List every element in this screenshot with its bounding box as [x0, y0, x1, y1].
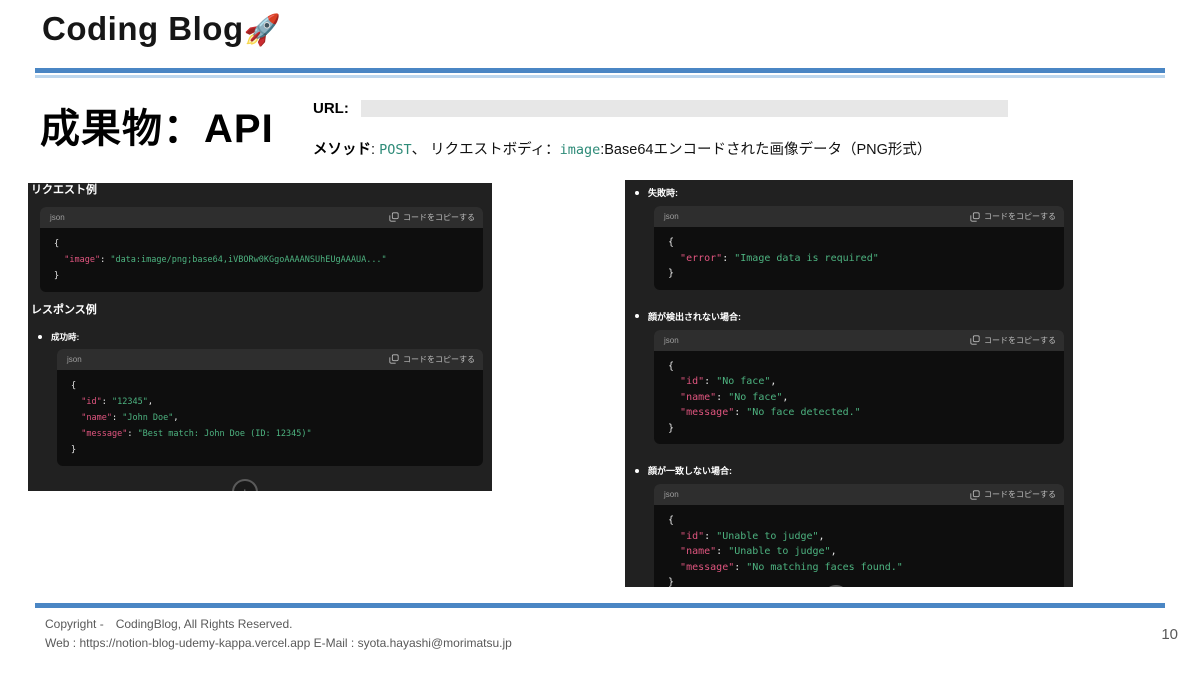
copy-icon — [970, 490, 980, 500]
copy-code-button[interactable]: コードをコピーする — [970, 489, 1056, 500]
request-body-description: :Base64エンコードされた画像データ（PNG形式） — [600, 142, 931, 158]
code-content-request: { "image": "data:image/png;base64,iVBORw… — [40, 228, 483, 292]
footer-copyright: Copyright - CodingBlog, All Rights Reser… — [45, 615, 292, 632]
copy-icon — [389, 212, 399, 222]
code-language-label: json — [50, 213, 65, 222]
bullet-icon — [38, 335, 42, 339]
copy-code-button[interactable]: コードをコピーする — [970, 211, 1056, 222]
copy-code-label: コードをコピーする — [403, 212, 475, 223]
header-divider-light — [35, 75, 1165, 78]
no-match-case-group: 顔が一致しない場合: json コードをコピーする { "id": "Unabl… — [625, 464, 1073, 587]
code-block-request: json コードをコピーする { "image": "data:image/pn… — [40, 207, 483, 292]
no-match-case-label: 顔が一致しない場合: — [648, 464, 732, 477]
code-language-label: json — [67, 355, 82, 364]
code-block-no-match: json コードをコピーする { "id": "Unable to judge"… — [654, 484, 1064, 587]
bullet-icon — [635, 469, 639, 473]
copy-code-label: コードをコピーする — [984, 489, 1056, 500]
code-block-error: json コードをコピーする { "error": "Image data is… — [654, 206, 1064, 290]
site-logo: Coding Blog🚀 — [42, 10, 281, 48]
scroll-down-button[interactable]: ↓ — [232, 479, 258, 491]
code-content-error: { "error": "Image data is required"} — [654, 227, 1064, 290]
method-colon: : — [371, 142, 379, 158]
request-example-heading: リクエスト例 — [28, 183, 492, 198]
presentation-slide: Coding Blog🚀 成果物：API URL: メソッド: POST、 リク… — [0, 0, 1200, 675]
copy-code-button[interactable]: コードをコピーする — [970, 335, 1056, 346]
code-block-no-face: json コードをコピーする { "id": "No face", "name"… — [654, 330, 1064, 445]
copy-code-button[interactable]: コードをコピーする — [389, 212, 475, 223]
code-block-header: json コードをコピーする — [40, 207, 483, 228]
fail-case-group: 失敗時: json コードをコピーする { "error": "Image da… — [625, 186, 1073, 290]
method-row: メソッド: POST、 リクエストボディ：image:Base64エンコードされ… — [313, 138, 1113, 159]
no-face-case-label: 顔が検出されない場合: — [648, 310, 741, 323]
request-example-panel: リクエスト例 json コードをコピーする { "image": "data:i… — [28, 183, 492, 491]
fail-case-label: 失敗時: — [648, 186, 678, 199]
api-meta: URL: メソッド: POST、 リクエストボディ：image:Base64エン… — [313, 99, 1113, 159]
copy-code-label: コードをコピーする — [984, 335, 1056, 346]
arrow-down-icon: ↓ — [242, 485, 248, 491]
copy-code-label: コードをコピーする — [984, 211, 1056, 222]
code-block-header: json コードをコピーする — [57, 349, 483, 370]
code-content-no-match: { "id": "Unable to judge", "name": "Unab… — [654, 505, 1064, 587]
footer-divider — [35, 603, 1165, 608]
copy-icon — [970, 335, 980, 345]
code-content-no-face: { "id": "No face", "name": "No face", "m… — [654, 351, 1064, 445]
code-content-success: { "id": "12345", "name": "John Doe", "me… — [57, 370, 483, 466]
success-case-bullet: 成功時: — [38, 331, 492, 343]
code-language-label: json — [664, 212, 679, 221]
code-block-header: json コードをコピーする — [654, 484, 1064, 505]
page-number: 10 — [1161, 626, 1178, 643]
rocket-icon: 🚀 — [244, 14, 282, 47]
code-language-label: json — [664, 490, 679, 499]
method-label: メソッド — [313, 142, 371, 158]
bullet-icon — [635, 191, 639, 195]
method-value: POST — [379, 142, 412, 158]
page-title: 成果物：API — [40, 96, 274, 154]
url-label: URL: — [313, 100, 349, 117]
copy-icon — [970, 212, 980, 222]
success-case-label: 成功時: — [51, 331, 79, 343]
no-face-case-group: 顔が検出されない場合: json コードをコピーする { "id": "No f… — [625, 310, 1073, 445]
code-block-header: json コードをコピーする — [654, 206, 1064, 227]
site-logo-text: Coding Blog — [42, 10, 244, 47]
error-cases-panel: 失敗時: json コードをコピーする { "error": "Image da… — [625, 180, 1073, 587]
copy-icon — [389, 354, 399, 364]
url-value-redacted — [361, 100, 1008, 117]
response-example-heading: レスポンス例 — [28, 303, 492, 318]
code-block-header: json コードをコピーする — [654, 330, 1064, 351]
copy-code-label: コードをコピーする — [403, 354, 475, 365]
no-match-case-bullet: 顔が一致しない場合: — [635, 464, 1073, 477]
code-block-success: json コードをコピーする { "id": "12345", "name": … — [57, 349, 483, 466]
copy-code-button[interactable]: コードをコピーする — [389, 354, 475, 365]
bullet-icon — [635, 314, 639, 318]
request-body-label: 、 リクエストボディ： — [412, 142, 560, 158]
request-body-key: image — [560, 142, 601, 158]
fail-case-bullet: 失敗時: — [635, 186, 1073, 199]
header-divider-thick — [35, 68, 1165, 73]
code-language-label: json — [664, 336, 679, 345]
no-face-case-bullet: 顔が検出されない場合: — [635, 310, 1073, 323]
url-row: URL: — [313, 99, 1113, 117]
footer-contact: Web : https://notion-blog-udemy-kappa.ve… — [45, 636, 512, 650]
